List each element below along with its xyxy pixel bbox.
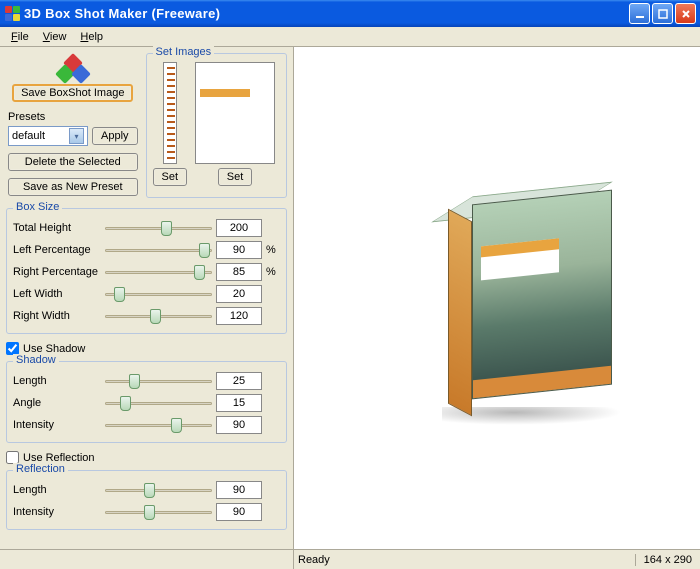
- maximize-button[interactable]: [652, 3, 673, 24]
- right-width-label: Right Width: [13, 310, 101, 322]
- presets-combobox[interactable]: default ▾: [8, 126, 88, 146]
- box-render: [434, 197, 624, 427]
- right-pct-value[interactable]: 85: [216, 263, 262, 281]
- shadow-angle-slider[interactable]: [105, 393, 212, 413]
- shadow-intensity-value[interactable]: 90: [216, 416, 262, 434]
- left-width-slider[interactable]: [105, 284, 212, 304]
- total-height-slider[interactable]: [105, 218, 212, 238]
- menu-bar: File View Help: [0, 27, 700, 47]
- set-spine-button[interactable]: Set: [153, 168, 188, 186]
- left-pct-value[interactable]: 90: [216, 241, 262, 259]
- left-pct-slider[interactable]: [105, 240, 212, 260]
- set-front-button[interactable]: Set: [218, 168, 253, 186]
- reflection-length-slider[interactable]: [105, 480, 212, 500]
- shadow-intensity-label: Intensity: [13, 419, 101, 431]
- control-panel: Save BoxShot Image Presets default ▾ App…: [0, 47, 294, 549]
- menu-help[interactable]: Help: [73, 29, 110, 45]
- presets-selected: default: [12, 130, 45, 142]
- title-bar: 3D Box Shot Maker (Freeware): [0, 0, 700, 27]
- window-title: 3D Box Shot Maker (Freeware): [24, 6, 629, 21]
- shadow-length-slider[interactable]: [105, 371, 212, 391]
- reflection-length-label: Length: [13, 484, 101, 496]
- app-icon: [4, 6, 20, 22]
- reflection-length-value[interactable]: 90: [216, 481, 262, 499]
- save-preset-button[interactable]: Save as New Preset: [8, 178, 138, 196]
- chevron-down-icon: ▾: [69, 128, 84, 144]
- reflection-intensity-label: Intensity: [13, 506, 101, 518]
- menu-view[interactable]: View: [36, 29, 74, 45]
- status-dimensions: 164 x 290: [635, 554, 700, 566]
- shadow-angle-label: Angle: [13, 397, 101, 409]
- total-height-value[interactable]: 200: [216, 219, 262, 237]
- shadow-legend: Shadow: [13, 354, 59, 366]
- spine-image-preview: [163, 62, 177, 164]
- set-images-legend: Set Images: [153, 46, 215, 58]
- status-ready: Ready: [294, 554, 635, 566]
- right-pct-slider[interactable]: [105, 262, 212, 282]
- left-pct-label: Left Percentage: [13, 244, 101, 256]
- status-bar: Ready 164 x 290: [0, 549, 700, 569]
- delete-selected-button[interactable]: Delete the Selected: [8, 153, 138, 171]
- preview-canvas: [294, 47, 700, 549]
- shadow-angle-value[interactable]: 15: [216, 394, 262, 412]
- reflection-legend: Reflection: [13, 463, 68, 475]
- menu-file[interactable]: File: [4, 29, 36, 45]
- reflection-intensity-value[interactable]: 90: [216, 503, 262, 521]
- minimize-button[interactable]: [629, 3, 650, 24]
- shadow-length-label: Length: [13, 375, 101, 387]
- left-width-value[interactable]: 20: [216, 285, 262, 303]
- right-width-slider[interactable]: [105, 306, 212, 326]
- close-button[interactable]: [675, 3, 696, 24]
- apply-button[interactable]: Apply: [92, 127, 138, 145]
- presets-label: Presets: [8, 111, 138, 123]
- right-width-value[interactable]: 120: [216, 307, 262, 325]
- logo-cubes-icon: [56, 55, 90, 81]
- total-height-label: Total Height: [13, 222, 101, 234]
- box-size-legend: Box Size: [13, 201, 62, 213]
- reflection-intensity-slider[interactable]: [105, 502, 212, 522]
- left-width-label: Left Width: [13, 288, 101, 300]
- save-boxshot-button[interactable]: Save BoxShot Image: [12, 84, 133, 102]
- front-image-preview: [195, 62, 275, 164]
- shadow-length-value[interactable]: 25: [216, 372, 262, 390]
- right-pct-label: Right Percentage: [13, 266, 101, 278]
- shadow-intensity-slider[interactable]: [105, 415, 212, 435]
